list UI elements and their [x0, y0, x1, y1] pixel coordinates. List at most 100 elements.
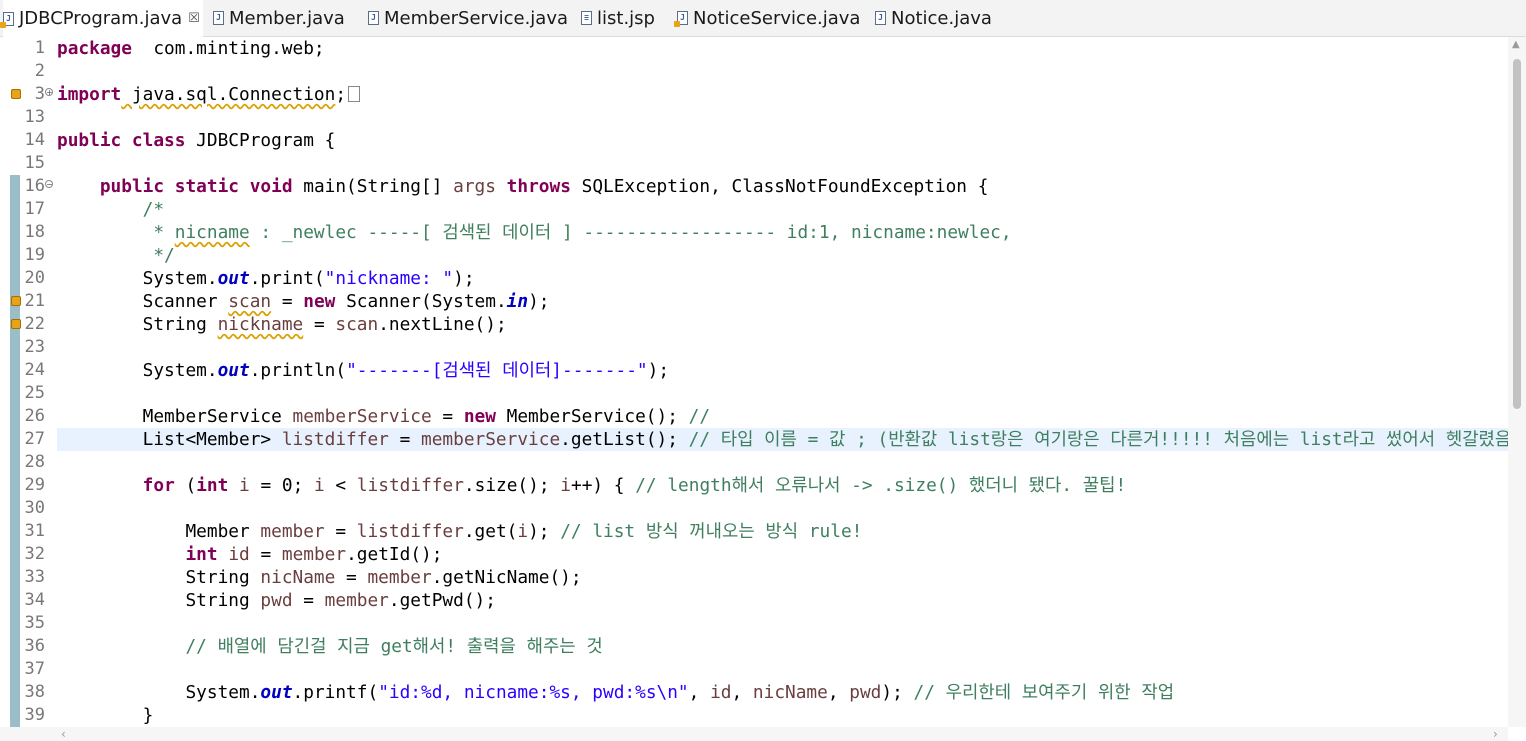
code-token: com.minting.web; [131, 38, 325, 59]
code-token: String [57, 590, 261, 611]
code-line[interactable]: 26 MemberService memberService = new Mem… [0, 405, 1526, 428]
tab-member-java[interactable]: J Member.java [213, 0, 353, 36]
code-token: int [185, 544, 218, 565]
code-line[interactable]: 1 package com.minting.web; [0, 37, 1526, 60]
code-line[interactable]: 29 for (int i = 0; i < listdiffer.size()… [0, 474, 1526, 497]
code-line[interactable]: 22 String nickname = scan.nextLine(); [0, 313, 1526, 336]
code-token: args [453, 176, 496, 197]
code-line[interactable]: 16 public static void main(String[] args… [0, 175, 1526, 198]
code-token: package [57, 38, 132, 59]
tab-notice-java[interactable]: J Notice.java [875, 0, 995, 36]
collapse-fold-icon[interactable]: − [45, 180, 53, 189]
code-token: = [324, 521, 357, 542]
code-token: ( [174, 475, 197, 496]
code-line[interactable]: 2 [0, 60, 1526, 83]
code-line[interactable]: 35 [0, 612, 1526, 635]
scroll-left-arrow-icon[interactable]: ‹ [61, 727, 66, 741]
line-number: 22 [24, 314, 45, 334]
line-number: 2 [34, 61, 45, 81]
code-text: MemberService memberService = new Member… [57, 405, 710, 428]
close-tab-icon[interactable]: ☒ [188, 11, 200, 26]
code-line[interactable]: 14 public class JDBCProgram { [0, 129, 1526, 152]
tab-memberservice-java[interactable]: J MemberService.java [368, 0, 568, 36]
code-token: = [388, 429, 421, 450]
code-line[interactable]: 33 String nicName = member.getNicName(); [0, 566, 1526, 589]
code-token: = [249, 544, 282, 565]
code-line[interactable]: 28 [0, 451, 1526, 474]
line-number: 35 [24, 613, 45, 633]
code-token: /* [57, 199, 165, 220]
code-line[interactable]: 13 [0, 106, 1526, 129]
code-token: .getList(); [560, 429, 689, 450]
code-line[interactable]: 34 String pwd = member.getPwd(); [0, 589, 1526, 612]
code-token: ); [528, 521, 561, 542]
code-line[interactable]: 37 [0, 658, 1526, 681]
code-token: scan [228, 291, 272, 312]
code-token: id [710, 682, 732, 703]
code-line[interactable]: 17 /* [0, 198, 1526, 221]
code-token: in [506, 291, 529, 312]
tab-label: JDBCProgram.java [19, 8, 183, 29]
tab-noticeservice-java[interactable]: J NoticeService.java [674, 0, 862, 36]
code-line[interactable]: 36 // 배열에 담긴걸 지금 get해서! 출력을 해주는 것 [0, 635, 1526, 658]
code-text: public class JDBCProgram { [57, 129, 335, 152]
line-number: 29 [24, 475, 45, 495]
code-line[interactable]: 38 System.out.printf("id:%d, nicname:%s,… [0, 681, 1526, 704]
code-token: System. [57, 268, 218, 289]
code-token: // [688, 406, 711, 427]
code-token: String [57, 567, 261, 588]
code-line[interactable]: 27 List<Member> listdiffer = memberServi… [0, 428, 1526, 451]
code-token: member [281, 544, 347, 565]
code-line[interactable]: 19 */ [0, 244, 1526, 267]
code-token: .nextLine(); [378, 314, 507, 335]
code-line[interactable]: 32 int id = member.getId(); [0, 543, 1526, 566]
code-token: Scanner(System. [335, 291, 507, 312]
code-line[interactable]: 20 System.out.print("nickname: "); [0, 267, 1526, 290]
code-token: .print( [249, 268, 325, 289]
line-number: 21 [24, 291, 45, 311]
code-text: String nickname = scan.nextLine(); [57, 313, 507, 336]
code-line[interactable]: 30 [0, 497, 1526, 520]
expand-fold-icon[interactable]: + [45, 88, 53, 97]
code-line[interactable]: 39 } [0, 704, 1526, 727]
code-token: ++) { [570, 475, 636, 496]
code-token: memberService [421, 429, 561, 450]
horizontal-scrollbar[interactable]: ‹ › [57, 727, 1508, 741]
code-token: new [463, 406, 496, 427]
code-token: .get( [463, 521, 518, 542]
code-line[interactable]: 31 Member member = listdiffer.get(i); //… [0, 520, 1526, 543]
code-token: member [260, 521, 325, 542]
code-token: nickname [217, 314, 304, 335]
code-token: new [303, 291, 336, 312]
code-line[interactable]: 23 [0, 336, 1526, 359]
code-token: .getNicName(); [431, 567, 582, 588]
code-token: ); [881, 682, 914, 703]
code-line[interactable]: 21 Scanner scan = new Scanner(System.in)… [0, 290, 1526, 313]
java-file-icon: J [875, 11, 886, 25]
code-token: SQLException, ClassNotFoundException { [570, 176, 989, 197]
code-line[interactable]: 3 import java.sql.Connection; [0, 83, 1526, 106]
code-token: // 배열에 담긴걸 지금 get해서! 출력을 해주는 것 [57, 636, 603, 657]
code-token: Scanner [57, 291, 229, 312]
code-text: int id = member.getId(); [57, 543, 442, 566]
tab-list-jsp[interactable]: ≡ list.jsp [581, 0, 661, 36]
vertical-scroll-thumb[interactable] [1513, 59, 1521, 409]
code-line[interactable]: 25 [0, 382, 1526, 405]
tab-label: Notice.java [891, 7, 992, 29]
vertical-scrollbar[interactable]: ▲ [1508, 37, 1526, 727]
code-line[interactable]: 15 [0, 152, 1526, 175]
scroll-up-arrow-icon[interactable]: ▲ [1512, 39, 1520, 50]
code-text: String nicName = member.getNicName(); [57, 566, 582, 589]
code-token: i [239, 475, 250, 496]
scroll-right-arrow-icon[interactable]: › [1493, 727, 1498, 741]
code-line[interactable]: 24 System.out.println("-------[검색된 데이터]-… [0, 359, 1526, 382]
tab-jdbcprogram-java[interactable]: J JDBCProgram.java ☒ [0, 0, 203, 37]
code-editor[interactable]: 1 package com.minting.web; 2 3 import java.s… [0, 37, 1526, 727]
code-token: throws [506, 176, 571, 197]
code-token: "nickname: " [324, 268, 454, 289]
code-token: } [57, 705, 154, 726]
code-text: String pwd = member.getPwd(); [57, 589, 496, 612]
collapsed-imports-icon[interactable] [348, 86, 361, 102]
code-line[interactable]: 18 * nicname : _newlec -----[ 검색된 데이터 ] … [0, 221, 1526, 244]
